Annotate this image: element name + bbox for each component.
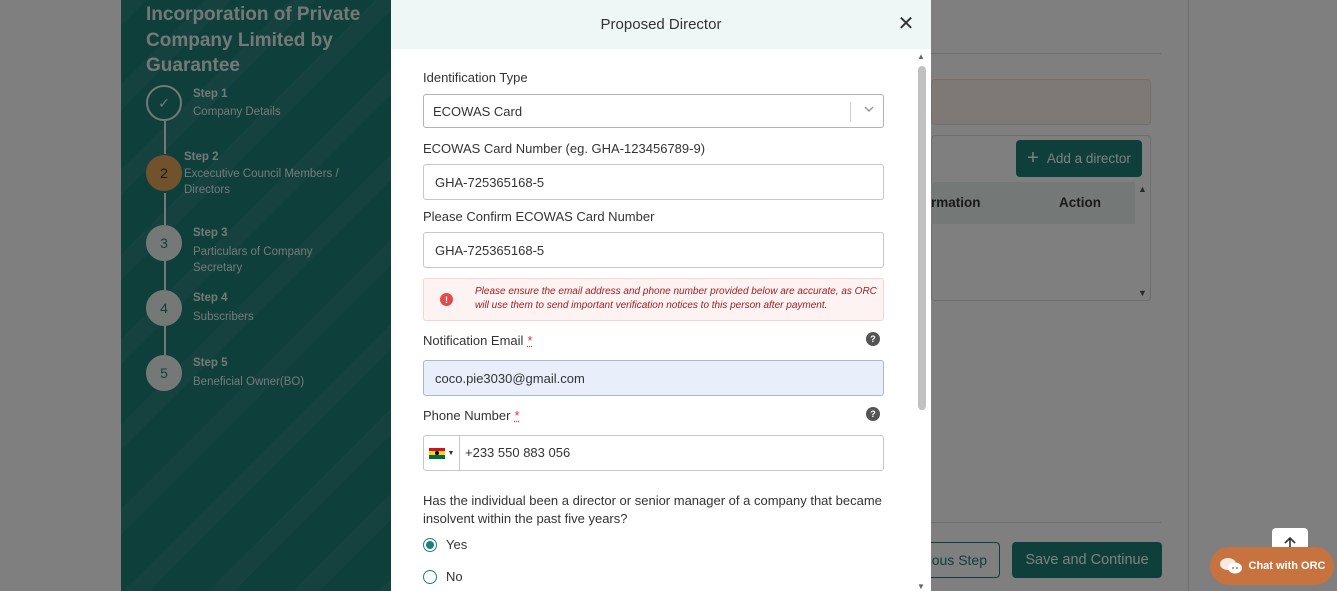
email-field[interactable]: coco.pie3030@gmail.com — [423, 360, 884, 396]
phone-value: +233 550 883 056 — [465, 445, 571, 460]
phone-label: Phone Number * — [423, 408, 520, 423]
scrollbar-thumb[interactable] — [918, 66, 926, 410]
option-no[interactable]: No — [423, 569, 463, 584]
proposed-director-modal: Proposed Director ✕ Identification Type … — [391, 0, 931, 591]
card-number-label: ECOWAS Card Number (eg. GHA-123456789-9) — [423, 141, 706, 156]
chevron-down-icon[interactable] — [862, 102, 876, 116]
select-separator — [850, 102, 851, 122]
confirm-card-number-input[interactable]: GHA-725365168-5 — [423, 232, 884, 268]
insolvency-question: Has the individual been a director or se… — [423, 493, 882, 526]
warning-alert: ! Please ensure the email address and ph… — [423, 278, 884, 321]
required-mark: * — [514, 408, 520, 423]
identification-type-select[interactable]: ECOWAS Card — [423, 94, 884, 128]
option-no-label: No — [446, 569, 463, 584]
modal-body: Identification Type ECOWAS Card ECOWAS C… — [423, 49, 884, 591]
help-icon[interactable]: ? — [866, 407, 880, 421]
caret-down-icon: ▼ — [447, 449, 455, 457]
close-icon[interactable]: ✕ — [897, 13, 915, 35]
radio-unchecked[interactable] — [423, 569, 437, 584]
chat-label: Chat with ORC — [1248, 560, 1326, 572]
chat-icon — [1219, 558, 1242, 574]
scroll-up-icon[interactable]: ▲ — [917, 52, 925, 61]
help-icon[interactable]: ? — [866, 332, 880, 346]
phone-label-text: Phone Number — [423, 408, 511, 423]
warning-text: Please ensure the email address and phon… — [475, 286, 877, 311]
option-yes-label: Yes — [446, 537, 468, 552]
phone-field[interactable]: ▼ +233 550 883 056 — [423, 435, 884, 471]
exclamation-icon: ! — [440, 293, 453, 306]
identification-type-label: Identification Type — [423, 70, 528, 85]
card-number-input[interactable]: GHA-725365168-5 — [423, 164, 884, 200]
option-yes[interactable]: Yes — [423, 537, 467, 552]
identification-type-value: ECOWAS Card — [433, 104, 523, 119]
scroll-down-icon[interactable]: ▼ — [917, 582, 925, 591]
email-label-text: Notification Email — [423, 333, 524, 348]
radio-checked[interactable] — [423, 537, 437, 552]
email-label: Notification Email * — [423, 333, 533, 348]
modal-title: Proposed Director — [600, 16, 722, 33]
confirm-card-number-label: Please Confirm ECOWAS Card Number — [423, 209, 655, 224]
country-code-selector[interactable]: ▼ — [424, 436, 460, 470]
modal-scrollbar[interactable]: ▲ ▼ — [917, 52, 927, 591]
modal-header: Proposed Director ✕ — [391, 0, 931, 49]
chat-with-orc-button[interactable]: Chat with ORC — [1210, 547, 1334, 585]
ghana-flag-icon — [428, 447, 445, 459]
required-mark: * — [527, 333, 533, 348]
